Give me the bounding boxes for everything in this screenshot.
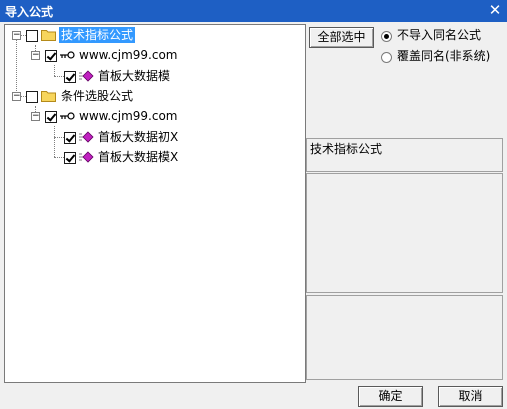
tree-formula-item[interactable]: 首板大数据初X: [5, 129, 295, 145]
site-checkbox[interactable]: [45, 50, 57, 62]
folder-icon: [41, 30, 56, 41]
formula-detail-panel: [306, 295, 503, 380]
group-checkbox[interactable]: [26, 91, 38, 103]
formula-description-panel: [306, 173, 503, 293]
site-label: www.cjm99.com: [79, 48, 178, 62]
collapse-icon[interactable]: −: [12, 31, 21, 40]
tree-group-label[interactable]: 技术指标公式: [59, 27, 136, 43]
formula-gem-icon: [79, 70, 94, 82]
tree-group-label[interactable]: 条件选股公式: [59, 88, 135, 104]
formula-label: 首板大数据模: [98, 69, 171, 83]
tree-site-node[interactable]: − www.cjm99.com: [5, 108, 295, 124]
key-icon: [60, 51, 75, 59]
collapse-icon[interactable]: −: [31, 51, 40, 60]
radio-skip-same-name[interactable]: [381, 31, 392, 42]
site-label: www.cjm99.com: [79, 109, 178, 123]
tree-site-node[interactable]: − www.cjm99.com: [5, 47, 295, 63]
formula-label: 首板大数据初X: [98, 130, 179, 144]
ok-button[interactable]: 确定: [358, 386, 423, 407]
formula-gem-icon: [79, 131, 94, 143]
site-checkbox[interactable]: [45, 111, 57, 123]
tree-formula-item[interactable]: 首板大数据模: [5, 68, 295, 84]
key-icon: [60, 112, 75, 120]
formula-checkbox[interactable]: [64, 71, 76, 83]
formula-tree[interactable]: − 技术指标公式 − www.cjm99.com 首板大数据模 − 条件选股公式…: [4, 24, 306, 383]
radio-skip-label[interactable]: 不导入同名公式: [395, 27, 483, 43]
formula-gem-icon: [79, 151, 94, 163]
group-checkbox[interactable]: [26, 30, 38, 42]
radio-overwrite-same-name[interactable]: [381, 52, 392, 63]
window-title: 导入公式: [5, 5, 54, 19]
title-bar: 导入公式 ✕: [0, 0, 507, 22]
formula-label: 首板大数据模X: [98, 150, 179, 164]
formula-type-panel: 技术指标公式: [306, 138, 503, 172]
select-all-button[interactable]: 全部选中: [309, 27, 374, 48]
collapse-icon[interactable]: −: [12, 92, 21, 101]
tree-group-technical[interactable]: − 技术指标公式: [5, 27, 295, 43]
folder-icon: [41, 91, 56, 102]
options-pane: 全部选中 不导入同名公式 覆盖同名(非系统) 技术指标公式: [305, 24, 504, 380]
tree-formula-item[interactable]: 首板大数据模X: [5, 149, 295, 165]
collapse-icon[interactable]: −: [31, 112, 40, 121]
close-icon[interactable]: ✕: [487, 2, 503, 18]
radio-overwrite-label[interactable]: 覆盖同名(非系统): [395, 48, 492, 64]
formula-checkbox[interactable]: [64, 152, 76, 164]
formula-type-label: 技术指标公式: [310, 142, 383, 156]
formula-checkbox[interactable]: [64, 132, 76, 144]
cancel-button[interactable]: 取消: [438, 386, 503, 407]
tree-group-screening[interactable]: − 条件选股公式: [5, 88, 295, 104]
